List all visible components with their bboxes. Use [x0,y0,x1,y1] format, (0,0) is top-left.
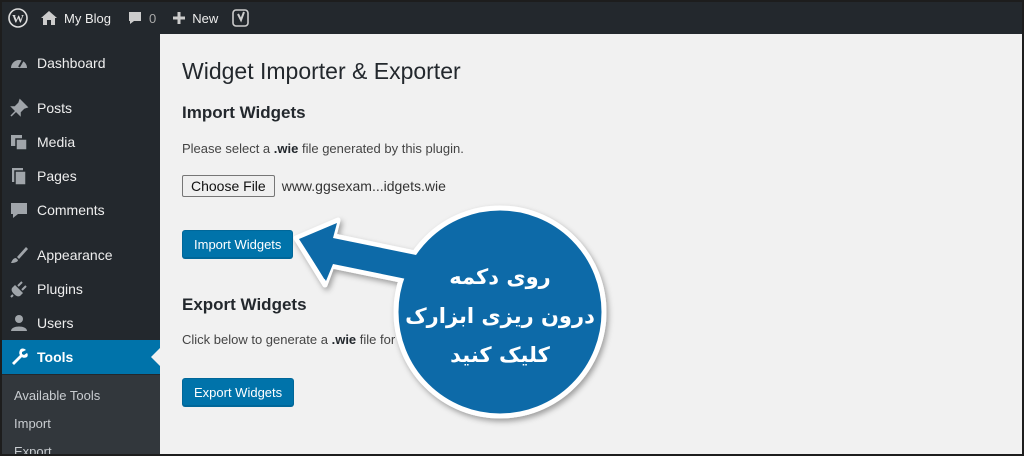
sidebar-item-label: Appearance [37,247,113,263]
yoast-icon [232,9,250,27]
home-icon [41,11,57,25]
sidebar-item-label: Pages [37,168,77,184]
plus-icon [173,12,186,24]
pin-icon [9,98,29,118]
submenu-item-import[interactable]: Import [14,416,51,431]
main-content: Widget Importer & Exporter Import Widget… [160,34,1022,454]
comments-link[interactable]: 0 [119,2,164,34]
sidebar-item-users[interactable]: Users [2,306,160,340]
file-input-row: Choose File www.ggsexam...idgets.wie [182,175,446,197]
export-section-title: Export Widgets [182,295,307,314]
comment-count: 0 [148,10,157,26]
import-widgets-button[interactable]: Import Widgets [182,230,294,258]
selected-file-name: www.ggsexam...idgets.wie [281,178,446,194]
wordpress-logo-icon[interactable]: W [2,2,34,34]
site-name-link[interactable]: My Blog [34,2,119,34]
sidebar-item-tools[interactable]: Tools [2,340,160,374]
choose-file-button[interactable]: Choose File [182,175,275,197]
sidebar-item-dashboard[interactable]: Dashboard [2,46,160,80]
import-desc-text-end: file generated by this plugin. [298,141,464,156]
import-desc-ext: .wie [273,141,299,156]
media-icon [9,132,29,152]
pages-icon [9,166,29,186]
admin-sidebar: Dashboard Posts Media Pages Comments App… [2,34,160,454]
import-desc-text: Please select a [182,141,274,156]
sidebar-item-label: Plugins [37,281,83,297]
tools-submenu: Available Tools Import Export [2,375,160,454]
user-icon [9,313,29,333]
export-desc-ext: .wie [331,332,357,347]
export-widgets-button[interactable]: Export Widgets [182,378,295,406]
site-name: My Blog [64,10,111,26]
export-description: Click below to generate a .wie file for [182,332,395,347]
sidebar-item-label: Dashboard [37,55,106,71]
sidebar-item-pages[interactable]: Pages [2,159,160,193]
import-section-title: Import Widgets [182,103,306,122]
comment-bubble-icon [128,12,141,24]
current-indicator [151,348,160,366]
sidebar-item-label: Media [37,134,76,150]
plugin-icon [9,279,29,299]
sidebar-item-label: Users [37,315,74,331]
import-description: Please select a .wie file generated by t… [182,141,464,156]
sidebar-item-media[interactable]: Media [2,125,160,159]
sidebar-item-label: Tools [37,349,74,365]
new-label: New [192,10,219,26]
sidebar-item-plugins[interactable]: Plugins [2,272,160,306]
page-title: Widget Importer & Exporter [182,58,461,84]
sidebar-item-posts[interactable]: Posts [2,91,160,125]
new-content-link[interactable]: New [164,2,226,34]
svg-text:W: W [12,12,24,26]
submenu-item-export[interactable]: Export [14,444,52,454]
paintbrush-icon [9,245,29,265]
dashboard-icon [9,53,29,73]
sidebar-item-comments[interactable]: Comments [2,193,160,227]
screenshot-frame: W My Blog 0 New Dashboard Posts Media Pa… [0,0,1024,456]
export-desc-text: Click below to generate a [182,332,332,347]
sidebar-item-label: Posts [37,100,73,116]
yoast-seo-link[interactable] [226,2,258,34]
sidebar-item-label: Comments [37,202,105,218]
sidebar-item-appearance[interactable]: Appearance [2,238,160,272]
submenu-item-available-tools[interactable]: Available Tools [14,388,100,403]
export-desc-text-end: file for [356,332,396,347]
admin-bar: W My Blog 0 New [2,2,1022,34]
comment-icon [9,200,29,220]
wrench-icon [9,347,29,367]
